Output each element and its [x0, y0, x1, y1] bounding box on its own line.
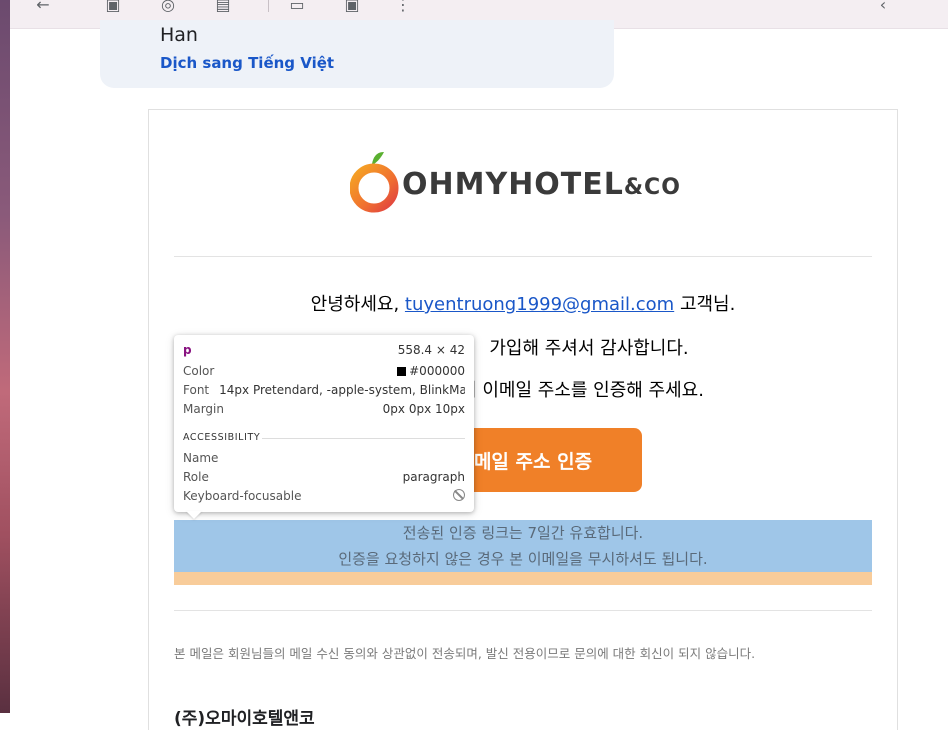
thanks-text: 가입해 주셔서 감사합니다. — [489, 338, 689, 359]
footer-disclaimer: 본 메일은 회원님들의 메일 수신 동의와 상관없이 전송되며, 발신 전용이므… — [174, 646, 756, 661]
company-name: (주)오마이호텔앤코 — [174, 709, 315, 729]
recipient-email-link[interactable]: tuyentruong1999@gmail.com — [405, 294, 674, 315]
verify-button-label: 메일 주소 인증 — [473, 450, 593, 473]
paragraph-margin-highlight — [174, 572, 872, 585]
name-label: Name — [183, 451, 219, 465]
move-to-icon[interactable]: ▣ — [341, 0, 363, 12]
accessibility-divider — [262, 438, 465, 439]
element-size: 558.4 × 42 — [397, 343, 465, 357]
prev-icon[interactable]: ‹ — [872, 0, 894, 12]
element-tag: p — [183, 343, 192, 357]
mark-unread-icon[interactable]: ▭ — [286, 0, 308, 12]
logo-text: OHMYHOTEL — [402, 167, 624, 202]
greeting-line: 안녕하세요, tuyentruong1999@gmail.com 고객님. — [174, 290, 872, 316]
color-swatch-icon — [397, 367, 407, 376]
divider-bottom — [174, 610, 872, 611]
role-label: Role — [183, 470, 209, 484]
sender-name: Han — [160, 24, 198, 46]
toolbar-divider — [268, 0, 269, 12]
inspector-tooltip: p 558.4 × 42 Color #000000 Font 14px Pre… — [174, 335, 474, 512]
brand-logo: OHMYHOTEL&CO — [350, 150, 700, 214]
tooltip-arrow — [186, 511, 202, 519]
inspected-paragraph: 전송된 인증 링크는 7일간 유효합니다. 인증을 요청하지 않은 경우 본 이… — [174, 520, 872, 572]
not-focusable-icon — [453, 489, 465, 501]
role-value: paragraph — [402, 470, 465, 484]
logo-wordmark: OHMYHOTEL&CO — [402, 167, 681, 202]
verify-instruction-text: 여 이메일 주소를 인증해 주세요. — [460, 380, 704, 401]
report-spam-icon[interactable]: ◎ — [157, 0, 179, 12]
desktop-wallpaper-strip — [0, 0, 10, 713]
sender-card: Han Dịch sang Tiếng Việt — [100, 20, 614, 88]
orange-logo-icon — [350, 152, 399, 213]
divider-top — [174, 256, 872, 257]
color-label: Color — [183, 364, 215, 378]
link-validity-note: 전송된 인증 링크는 7일간 유효합니다. — [402, 524, 644, 542]
greeting-prefix: 안녕하세요, — [310, 294, 400, 315]
back-arrow-icon[interactable]: ← — [32, 0, 54, 12]
font-label: Font — [183, 383, 210, 397]
ignore-note: 인증을 요청하지 않은 경우 본 이메일을 무시하셔도 됩니다. — [338, 550, 708, 568]
greeting-suffix: 고객님. — [679, 294, 736, 315]
font-value: 14px Pretendard, -apple-system, BlinkMa.… — [219, 383, 465, 397]
margin-label: Margin — [183, 402, 224, 416]
archive-icon[interactable]: ▣ — [102, 0, 124, 12]
delete-icon[interactable]: ▤ — [212, 0, 234, 12]
accessibility-heading: ACCESSIBILITY — [183, 432, 261, 443]
focusable-label: Keyboard-focusable — [183, 489, 302, 503]
logo-amp: &CO — [623, 175, 681, 200]
color-value-text: #000000 — [409, 364, 465, 378]
more-options-icon[interactable]: ⋮ — [392, 0, 414, 12]
margin-value: 0px 0px 10px — [382, 402, 465, 416]
color-value: #000000 — [397, 364, 465, 380]
translate-link[interactable]: Dịch sang Tiếng Việt — [160, 54, 334, 72]
